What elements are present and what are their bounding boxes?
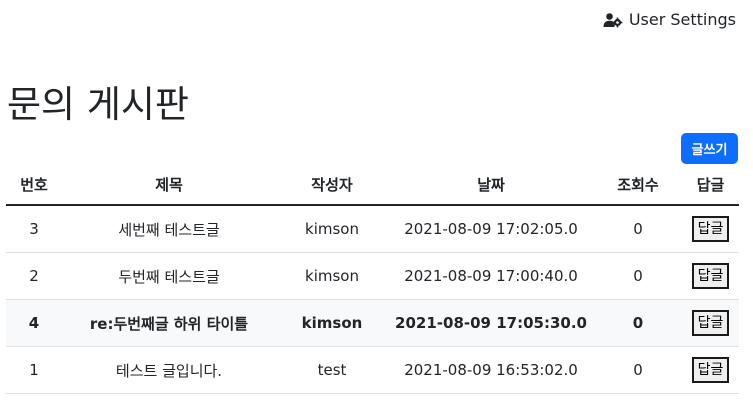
cell-number: 4 bbox=[6, 299, 62, 347]
cell-date: 2021-08-09 17:02:05.0 bbox=[388, 205, 594, 253]
cell-views: 0 bbox=[594, 205, 682, 253]
table-row-highlighted[interactable]: 4 re:두번째글 하위 타이틀 kimson 2021-08-09 17:05… bbox=[6, 299, 739, 347]
cell-author: kimson bbox=[276, 205, 388, 253]
cell-title[interactable]: 두번째 테스트글 bbox=[62, 252, 276, 300]
cell-date: 2021-08-09 16:53:02.0 bbox=[388, 346, 594, 394]
cell-author: kimson bbox=[276, 299, 388, 347]
table-row[interactable]: 2 두번째 테스트글 kimson 2021-08-09 17:00:40.0 … bbox=[6, 252, 739, 300]
column-header-date: 날짜 bbox=[388, 165, 594, 206]
users-cog-icon bbox=[603, 12, 623, 28]
cell-reply: 답글 bbox=[682, 299, 739, 347]
column-header-author: 작성자 bbox=[276, 165, 388, 206]
user-settings-link[interactable]: User Settings bbox=[603, 10, 736, 29]
cell-number: 1 bbox=[6, 346, 62, 394]
cell-title[interactable]: re:두번째글 하위 타이틀 bbox=[62, 299, 276, 347]
page: User Settings 문의 게시판 글쓰기 번호 제목 작성자 날짜 조회… bbox=[0, 0, 753, 400]
cell-title[interactable]: 테스트 글입니다. bbox=[62, 346, 276, 394]
column-header-number: 번호 bbox=[6, 165, 62, 206]
cell-reply: 답글 bbox=[682, 205, 739, 253]
table-header-row: 번호 제목 작성자 날짜 조회수 답글 bbox=[6, 165, 739, 206]
cell-views: 0 bbox=[594, 299, 682, 347]
column-header-views: 조회수 bbox=[594, 165, 682, 206]
cell-number: 2 bbox=[6, 252, 62, 300]
cell-reply: 답글 bbox=[682, 346, 739, 394]
table-row[interactable]: 1 테스트 글입니다. test 2021-08-09 16:53:02.0 0… bbox=[6, 346, 739, 394]
cell-author: kimson bbox=[276, 252, 388, 300]
board-table: 번호 제목 작성자 날짜 조회수 답글 3 세번째 테스트글 kimson 20… bbox=[6, 165, 739, 394]
column-header-title: 제목 bbox=[62, 165, 276, 206]
reply-button[interactable]: 답글 bbox=[691, 310, 730, 336]
reply-button[interactable]: 답글 bbox=[691, 357, 730, 383]
reply-button[interactable]: 답글 bbox=[691, 263, 730, 289]
cell-date: 2021-08-09 17:05:30.0 bbox=[388, 299, 594, 347]
column-header-reply: 답글 bbox=[682, 165, 739, 206]
page-title: 문의 게시판 bbox=[7, 83, 189, 126]
cell-author: test bbox=[276, 346, 388, 394]
cell-views: 0 bbox=[594, 252, 682, 300]
write-post-button[interactable]: 글쓰기 bbox=[681, 133, 738, 164]
cell-views: 0 bbox=[594, 346, 682, 394]
cell-reply: 답글 bbox=[682, 252, 739, 300]
table-row[interactable]: 3 세번째 테스트글 kimson 2021-08-09 17:02:05.0 … bbox=[6, 205, 739, 253]
user-settings-label: User Settings bbox=[628, 10, 736, 29]
cell-title[interactable]: 세번째 테스트글 bbox=[62, 205, 276, 253]
cell-number: 3 bbox=[6, 205, 62, 253]
reply-button[interactable]: 답글 bbox=[691, 216, 730, 242]
cell-date: 2021-08-09 17:00:40.0 bbox=[388, 252, 594, 300]
